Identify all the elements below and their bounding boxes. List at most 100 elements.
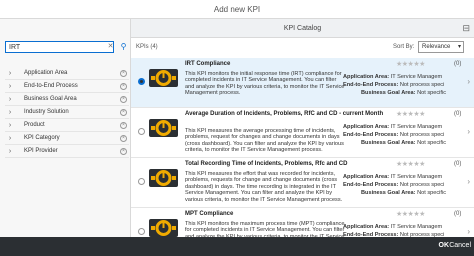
filter-item-kpi-provider[interactable]: › KPI Provider × xyxy=(5,145,129,158)
goal-area-value: Not specific xyxy=(417,140,446,146)
rating-count: (0) xyxy=(454,161,462,167)
kpi-row[interactable]: Average Duration of Incidents, Problems,… xyxy=(131,108,474,158)
clear-filter-icon[interactable]: × xyxy=(120,83,127,90)
kpi-list: IRT Compliance This KPI monitors the init… xyxy=(131,58,474,237)
goal-area-value: Not specific xyxy=(417,190,446,196)
clear-filter-icon[interactable]: × xyxy=(120,109,127,116)
dialog-footer: OK Cancel xyxy=(0,237,474,256)
rating-stars-icon[interactable]: ★★★★★ xyxy=(396,110,425,118)
kpi-description: This KPI monitors the initial response t… xyxy=(185,71,345,97)
rating-count: (0) xyxy=(454,61,462,67)
e2e-process-label: End-to-End Process: xyxy=(343,182,399,188)
kpi-gauge-icon xyxy=(149,69,178,87)
minimize-icon[interactable]: ⊟ xyxy=(462,23,470,34)
select-radio[interactable] xyxy=(138,78,145,85)
chevron-right-icon: › xyxy=(8,95,12,103)
clear-search-icon[interactable]: ✕ xyxy=(107,43,114,50)
catalog-header: KPI Catalog ⊟ xyxy=(131,19,474,38)
filter-item-business-goal-area[interactable]: › Business Goal Area × xyxy=(5,93,129,106)
sort-value: Relevance xyxy=(422,44,451,50)
chevron-right-icon: › xyxy=(8,82,12,90)
kpi-description: This KPI measures the effort that was re… xyxy=(185,171,343,203)
chevron-right-icon[interactable]: › xyxy=(467,77,470,86)
e2e-process-value: Not process speci xyxy=(399,82,445,88)
clear-filter-icon[interactable]: × xyxy=(120,135,127,142)
application-area-value: IT Service Managem xyxy=(390,74,443,80)
application-area-label: Application Area: xyxy=(343,174,390,180)
filter-item-label: Industry Solution xyxy=(24,109,69,115)
goal-area-label: Business Goal Area: xyxy=(361,90,416,96)
select-radio[interactable] xyxy=(138,128,145,135)
kpi-attributes: Application Area: IT Service Managem End-… xyxy=(343,73,465,97)
filter-item-kpi-category[interactable]: › KPI Category × xyxy=(5,132,129,145)
kpi-count: KPIs (4) xyxy=(136,44,158,50)
rating-stars-icon[interactable]: ★★★★★ xyxy=(396,60,425,68)
search-icon[interactable]: ⚲ xyxy=(118,41,129,53)
rating-stars-icon[interactable]: ★★★★★ xyxy=(396,210,425,218)
chevron-right-icon[interactable]: › xyxy=(467,227,470,236)
filter-panel: IRT ✕ ⚲ › Application Area × › End-to-En… xyxy=(0,19,131,237)
kpi-gauge-icon xyxy=(149,169,178,187)
sort-select[interactable]: Relevance ▾ xyxy=(418,41,464,53)
rating-count: (0) xyxy=(454,211,462,217)
kpi-catalog-panel: KPI Catalog ⊟ KPIs (4) Sort By: Relevanc… xyxy=(131,19,474,237)
kpi-gauge-icon xyxy=(149,119,178,137)
filter-item-label: Application Area xyxy=(24,70,68,76)
cancel-button[interactable]: Cancel xyxy=(449,242,471,249)
chevron-right-icon[interactable]: › xyxy=(467,177,470,186)
application-area-label: Application Area: xyxy=(343,224,390,230)
application-area-label: Application Area: xyxy=(343,74,390,80)
chevron-right-icon: › xyxy=(8,134,12,142)
e2e-process-label: End-to-End Process: xyxy=(343,82,399,88)
filter-item-application-area[interactable]: › Application Area × xyxy=(5,67,129,80)
ok-button[interactable]: OK xyxy=(439,242,450,249)
kpi-name[interactable]: MPT Compliance xyxy=(185,211,385,218)
clear-filter-icon[interactable]: × xyxy=(120,96,127,103)
filter-item-label: KPI Provider xyxy=(24,148,58,154)
goal-area-label: Business Goal Area: xyxy=(361,140,416,146)
application-area-value: IT Service Managem xyxy=(390,124,443,130)
kpi-row[interactable]: Total Recording Time of Incidents, Probl… xyxy=(131,158,474,208)
filter-list: › Application Area × › End-to-End Proces… xyxy=(5,67,129,158)
e2e-process-label: End-to-End Process: xyxy=(343,132,399,138)
rating-stars-icon[interactable]: ★★★★★ xyxy=(396,160,425,168)
dialog-title: Add new KPI xyxy=(0,0,474,19)
application-area-value: IT Service Managem xyxy=(390,174,443,180)
chevron-right-icon: › xyxy=(8,69,12,77)
rating-count: (0) xyxy=(454,111,462,117)
clear-filter-icon[interactable]: × xyxy=(120,70,127,77)
application-area-value: IT Service Managem xyxy=(390,224,443,230)
e2e-process-value: Not process speci xyxy=(399,182,445,188)
application-area-label: Application Area: xyxy=(343,124,390,130)
kpi-attributes: Application Area: IT Service Managem End-… xyxy=(343,173,465,197)
select-radio[interactable] xyxy=(138,178,145,185)
search-input[interactable]: IRT xyxy=(5,41,114,53)
kpi-attributes: Application Area: IT Service Managem End-… xyxy=(343,123,465,147)
select-radio[interactable] xyxy=(138,228,145,235)
chevron-right-icon: › xyxy=(8,147,12,155)
kpi-gauge-icon xyxy=(149,219,178,237)
kpi-row[interactable]: MPT Compliance This KPI monitors the maxi… xyxy=(131,208,474,237)
kpi-name[interactable]: Total Recording Time of Incidents, Probl… xyxy=(185,161,385,168)
kpi-description: This KPI measures the average processing… xyxy=(185,128,344,154)
filter-item-product[interactable]: › Product × xyxy=(5,119,129,132)
kpi-attributes: Application Area: IT Service Managem End-… xyxy=(343,223,465,237)
clear-filter-icon[interactable]: × xyxy=(120,148,127,155)
chevron-down-icon: ▾ xyxy=(457,44,461,50)
chevron-right-icon[interactable]: › xyxy=(467,127,470,136)
clear-filter-icon[interactable]: × xyxy=(120,122,127,129)
kpi-name[interactable]: Average Duration of Incidents, Problems,… xyxy=(185,111,385,118)
filter-item-label: Business Goal Area xyxy=(24,96,77,102)
chevron-right-icon: › xyxy=(8,108,12,116)
e2e-process-value: Not process speci xyxy=(399,132,445,138)
kpi-description: This KPI monitors the maximum process ti… xyxy=(185,221,345,237)
filter-item-industry-solution[interactable]: › Industry Solution × xyxy=(5,106,129,119)
kpi-row[interactable]: IRT Compliance This KPI monitors the init… xyxy=(131,58,474,108)
filter-item-label: Product xyxy=(24,122,45,128)
filter-item-label: KPI Category xyxy=(24,135,60,141)
goal-area-value: Not specific xyxy=(417,90,446,96)
kpi-name[interactable]: IRT Compliance xyxy=(185,61,385,68)
goal-area-label: Business Goal Area: xyxy=(361,190,416,196)
sort-label: Sort By: xyxy=(393,44,415,50)
filter-item-end-to-end-process[interactable]: › End-to-End Process × xyxy=(5,80,129,93)
